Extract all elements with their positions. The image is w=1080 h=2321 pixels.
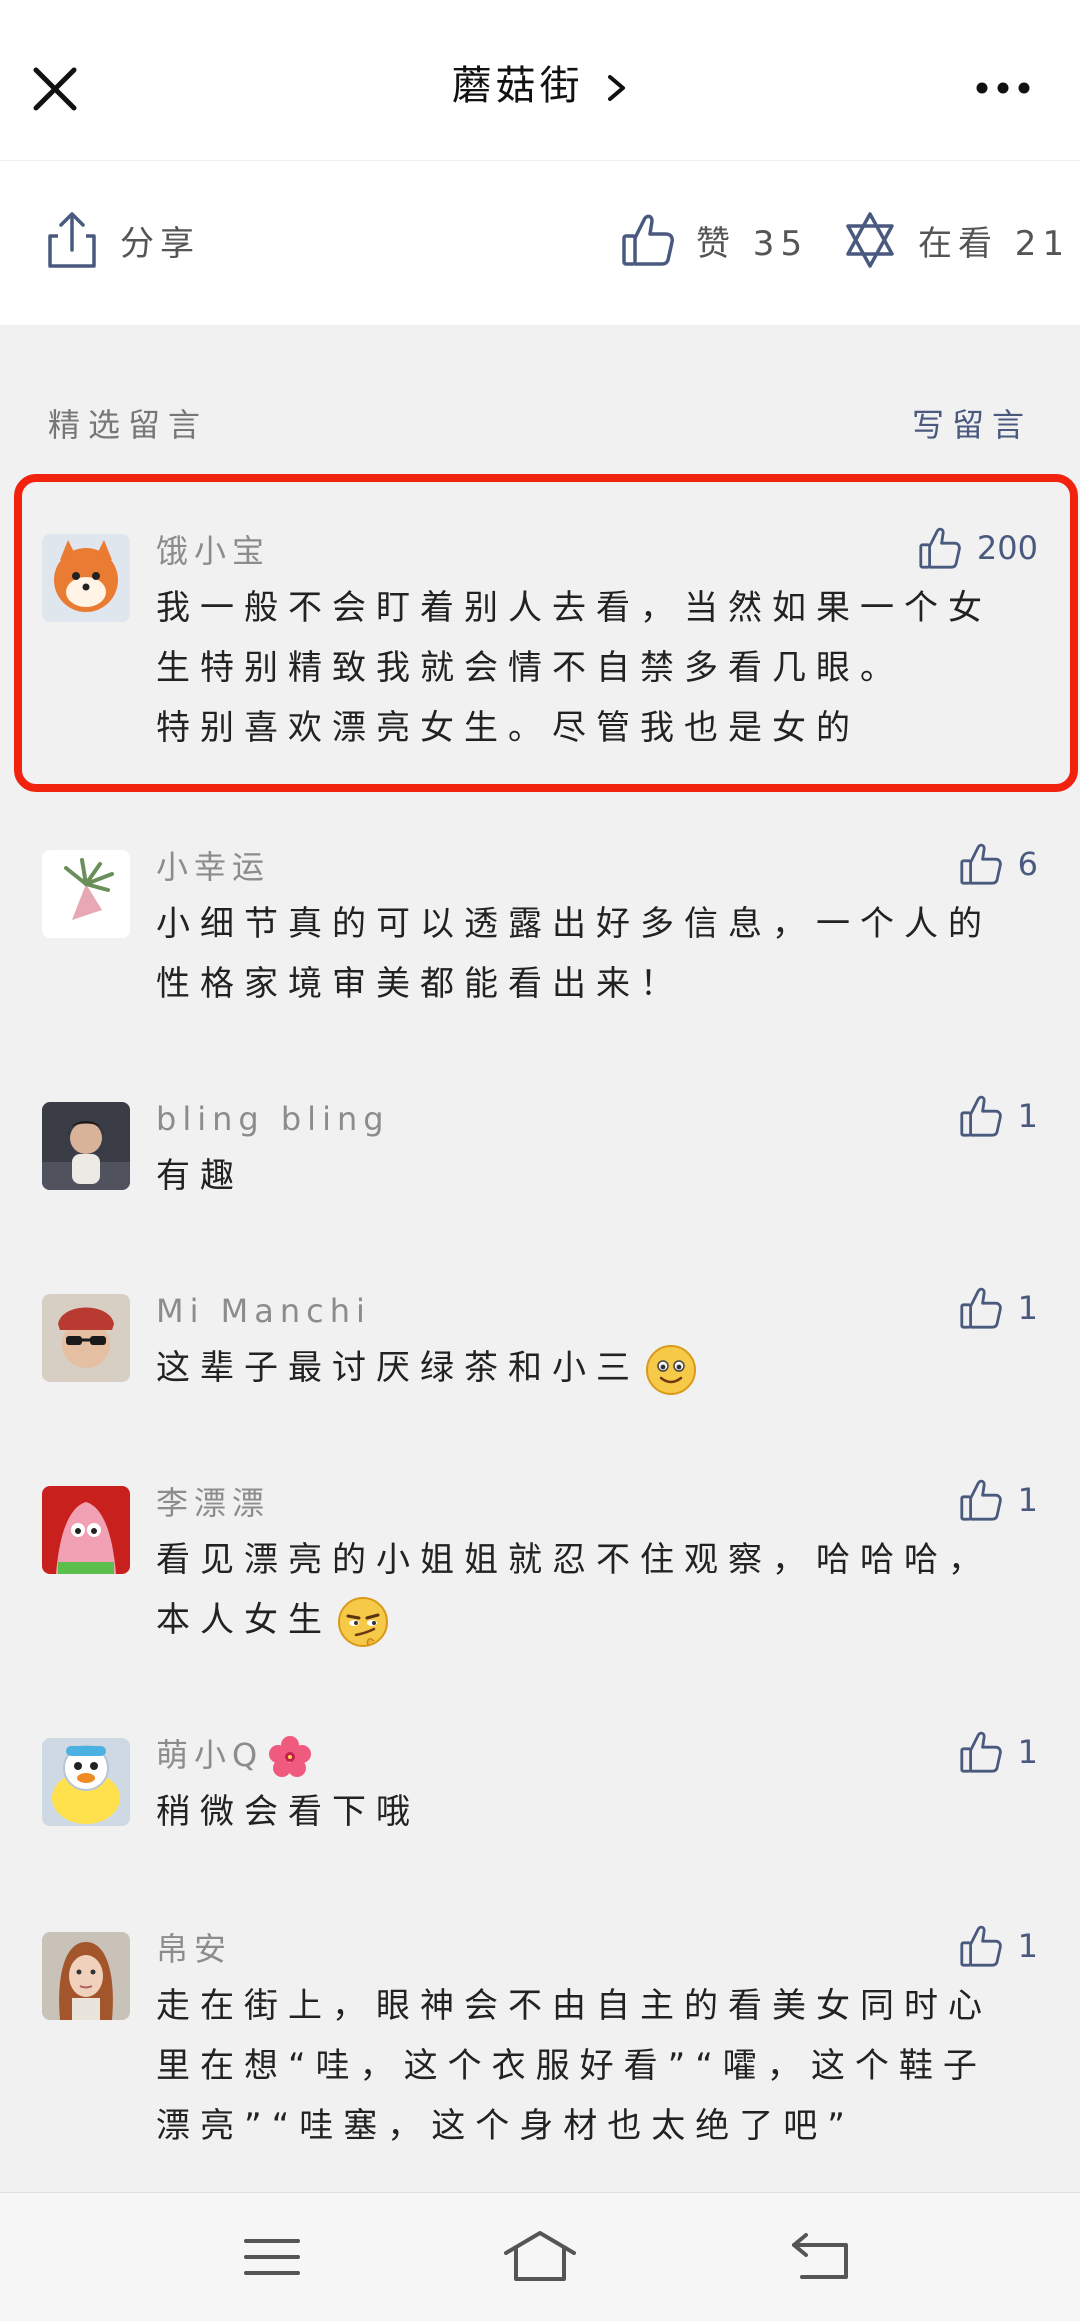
comment-text: 小细节真的可以透露出好多信息，一个人的 性格家境审美都能看出来！: [156, 894, 1016, 1014]
comment-text: 有趣: [156, 1146, 1016, 1206]
comment-like-button[interactable]: 6: [958, 840, 1038, 888]
comment-like-button[interactable]: 1: [958, 1476, 1038, 1524]
thumbs-up-icon: [960, 1731, 1002, 1773]
top-bar: 蘑菇街: [0, 0, 1080, 160]
comment-text: 走在街上，眼神会不由自主的看美女同时心 里在想“哇，这个衣服好看”“嚯，这个鞋子…: [156, 1976, 1016, 2156]
avatar[interactable]: [42, 1932, 130, 2020]
comment-line: 这辈子最讨厌绿茶和小三: [156, 1338, 1016, 1398]
avatar[interactable]: [42, 1294, 130, 1382]
comment-like-count: 1: [1017, 1097, 1038, 1135]
comment-line: 稍微会看下哦: [156, 1792, 420, 1832]
avatar[interactable]: [42, 1102, 130, 1190]
watch-count-label: 在看 21: [918, 223, 1071, 264]
avatar[interactable]: [42, 850, 130, 938]
comment-line-text: 本人女生: [156, 1600, 332, 1640]
thumbs-up-icon: [960, 1287, 1002, 1329]
comments-header: 精选留言 写留言: [48, 400, 1032, 450]
comment-author-text: 萌小Q: [156, 1736, 264, 1774]
page-title[interactable]: 蘑菇街: [0, 58, 1080, 114]
comment-like-count: 1: [1017, 1481, 1038, 1519]
avatar[interactable]: [42, 1738, 130, 1826]
comment-author: 李漂漂: [156, 1484, 271, 1522]
like-button[interactable]: 赞 35: [620, 207, 808, 273]
thumbs-up-icon: [960, 1095, 1002, 1137]
comment-line: 本人女生: [156, 1590, 1016, 1650]
comment-line: 走在街上，眼神会不由自主的看美女同时心: [156, 1986, 992, 2026]
avatar[interactable]: [42, 1486, 130, 1574]
thumbs-up-icon: [622, 214, 674, 266]
comment-author: bling bling: [156, 1100, 390, 1138]
comment-like-count: 1: [1017, 1927, 1038, 1965]
comment-line: 里在想“哇，这个衣服好看”“嚯，这个鞋子: [156, 2046, 987, 2086]
smirk-emoji-icon: [338, 1596, 388, 1647]
comment-like-button[interactable]: 1: [958, 1728, 1038, 1776]
comment-line: 看见漂亮的小姐姐就忍不住观察，哈哈哈，: [156, 1540, 992, 1580]
menu-icon[interactable]: [232, 2227, 312, 2287]
share-label: 分享: [120, 223, 200, 264]
more-icon[interactable]: [974, 78, 1032, 98]
comment-line: 有趣: [156, 1156, 244, 1196]
thumbs-up-icon: [960, 843, 1002, 885]
action-bar: 分享 赞 35 在看 21: [0, 160, 1080, 325]
like-count-label: 赞 35: [696, 223, 809, 264]
share-button[interactable]: 分享: [44, 207, 200, 273]
comment-line-text: 这辈子最讨厌绿茶和小三: [156, 1348, 640, 1388]
comment-author: 小幸运: [156, 848, 271, 886]
thumbs-up-icon: [960, 1479, 1002, 1521]
share-icon: [48, 212, 96, 268]
comment-text: 稍微会看下哦: [156, 1782, 1016, 1842]
star-of-david-icon: [846, 212, 894, 268]
comment-line: 性格家境审美都能看出来！: [156, 964, 684, 1004]
highlight-box: [14, 474, 1078, 792]
comment-line: 小细节真的可以透露出好多信息，一个人的: [156, 904, 992, 944]
comment-text: 这辈子最讨厌绿茶和小三: [156, 1338, 1016, 1398]
page-title-text: 蘑菇街: [451, 63, 584, 109]
comment-like-button[interactable]: 1: [958, 1092, 1038, 1140]
comment-author: Mi Manchi: [156, 1292, 371, 1330]
thumbs-up-icon: [960, 1925, 1002, 1967]
comment-author: 萌小Q: [156, 1730, 313, 1780]
comment-like-count: 6: [1017, 845, 1038, 883]
smile-emoji-icon: [646, 1344, 696, 1395]
back-icon[interactable]: [784, 2227, 864, 2287]
comment-author: 帛安: [156, 1930, 233, 1968]
hibiscus-emoji-icon: [269, 1736, 312, 1777]
comment-like-count: 1: [1017, 1289, 1038, 1327]
system-nav-bar: [0, 2192, 1080, 2321]
write-comment-link[interactable]: 写留言: [912, 400, 1032, 446]
featured-comments-title: 精选留言: [48, 406, 209, 444]
watch-button[interactable]: 在看 21: [842, 207, 1070, 273]
comment-like-button[interactable]: 1: [958, 1284, 1038, 1332]
comment-text: 看见漂亮的小姐姐就忍不住观察，哈哈哈， 本人女生: [156, 1530, 1016, 1650]
comment-like-button[interactable]: 1: [958, 1922, 1038, 1970]
comment-line: 漂亮”“哇塞，这个身材也太绝了吧”: [156, 2106, 855, 2146]
comment-like-count: 1: [1017, 1733, 1038, 1771]
home-icon[interactable]: [500, 2227, 580, 2287]
chevron-right-icon: [608, 75, 626, 101]
